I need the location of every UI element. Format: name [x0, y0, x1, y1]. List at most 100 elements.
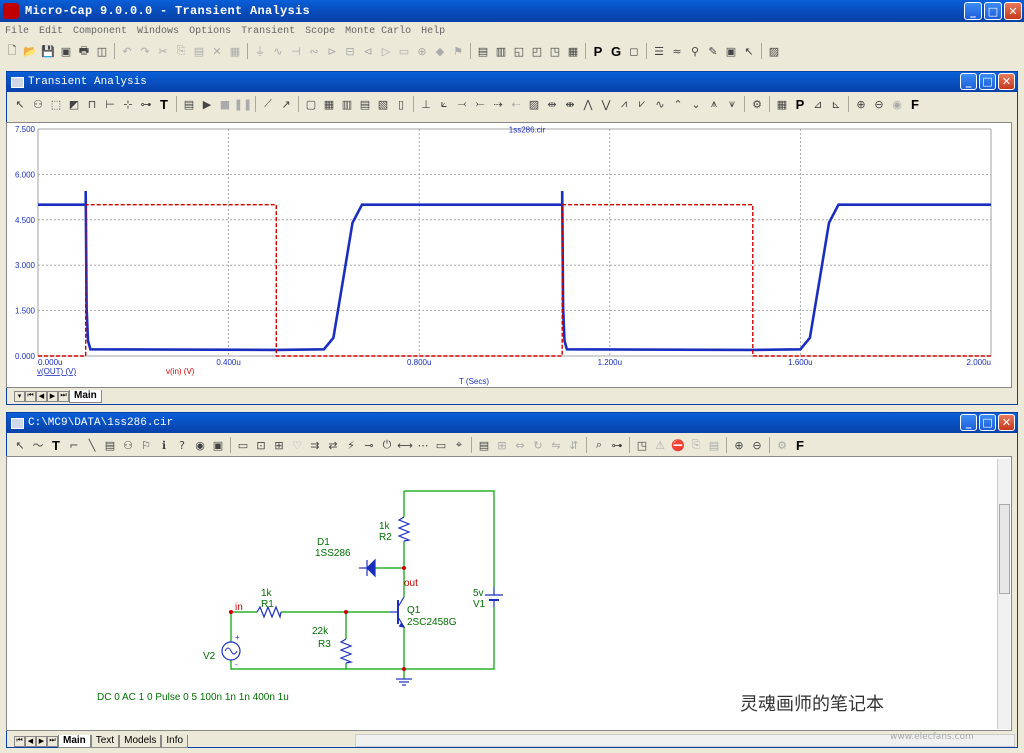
redo-icon[interactable]: ↷ — [137, 43, 153, 59]
page-icon[interactable]: ◻ — [626, 43, 642, 59]
current-icon[interactable]: ⇄ — [325, 437, 341, 453]
capacitor-icon[interactable]: ⊣ — [288, 43, 304, 59]
text-mode-icon[interactable]: ▭ — [235, 437, 251, 453]
undo-icon[interactable]: ↶ — [119, 43, 135, 59]
select-all-icon[interactable]: ▦ — [227, 43, 243, 59]
probe-tool-icon[interactable]: ◳ — [634, 437, 650, 453]
cursor-right-icon[interactable]: ⤚ — [472, 96, 488, 112]
copy-icon[interactable]: ⎘ — [173, 43, 189, 59]
pen-icon[interactable]: ✎ — [705, 43, 721, 59]
optimize-icon[interactable]: ⊿ — [810, 96, 826, 112]
ground-icon[interactable]: ⏚ — [252, 43, 268, 59]
schematic-properties-icon[interactable]: ▤ — [476, 437, 492, 453]
global-high-icon[interactable]: ⌃ — [670, 96, 686, 112]
window-icon[interactable]: ◰ — [529, 43, 545, 59]
schematic-minimize-button[interactable]: _ — [960, 414, 977, 431]
image-icon[interactable]: ▣ — [723, 43, 739, 59]
analysis-tab-main[interactable]: Main — [69, 389, 102, 403]
table-icon[interactable]: ▦ — [774, 96, 790, 112]
same-y-icon[interactable]: ⊾ — [828, 96, 844, 112]
tokens-icon[interactable]: ▤ — [357, 96, 373, 112]
cut-icon[interactable]: ✂ — [155, 43, 171, 59]
plot-properties-icon[interactable]: ▨ — [526, 96, 542, 112]
analysis-maximize-button[interactable]: □ — [979, 73, 996, 90]
title-icon[interactable]: ▭ — [433, 437, 449, 453]
plot-area[interactable]: 0.000 1.500 3.000 4.500 6.000 7.500 0.000u 0.4… — [6, 122, 1012, 388]
pin-connections-icon[interactable]: ⟷ — [397, 437, 413, 453]
next-interpolated-icon[interactable]: ⇼ — [562, 96, 578, 112]
minor-grid-icon[interactable]: ▥ — [339, 96, 355, 112]
schematic-f-icon[interactable]: F — [792, 437, 808, 453]
bottom-icon[interactable]: ⩛ — [724, 96, 740, 112]
g-icon[interactable]: G — [608, 43, 624, 59]
menu-transient[interactable]: Transient — [236, 26, 300, 37]
tab-scroll-first[interactable]: ▾ — [14, 390, 25, 402]
schem-tab-scroll-start[interactable]: ⏮ — [14, 735, 25, 747]
next-simple-icon[interactable]: ⇹ — [544, 96, 560, 112]
flip-x-icon[interactable]: ⇋ — [548, 437, 564, 453]
point-tag-icon[interactable]: ⊹ — [120, 96, 136, 112]
pause-icon[interactable]: ❚❚ — [234, 96, 252, 112]
cross-hair-icon[interactable]: ⌖ — [451, 437, 467, 453]
tab-scroll-start[interactable]: ⏮ — [25, 390, 36, 402]
tile-horizontal-icon[interactable]: ▤ — [475, 43, 491, 59]
schem-tab-scroll-left[interactable]: ◀ — [25, 735, 36, 747]
cursor-prev-icon[interactable]: ⇠ — [508, 96, 524, 112]
on-off-icon[interactable]: ⏻ — [379, 437, 395, 453]
mirror-icon[interactable]: ⇔ — [512, 437, 528, 453]
p-key-icon[interactable]: P — [792, 96, 808, 112]
menu-edit[interactable]: Edit — [34, 26, 68, 37]
wire-mode-icon[interactable]: ⌐ — [66, 437, 82, 453]
stop-sign-icon[interactable]: ⛔ — [670, 437, 686, 453]
window2-icon[interactable]: ◳ — [547, 43, 563, 59]
run-icon[interactable]: ▶ — [199, 96, 215, 112]
power-icon[interactable]: ⚡ — [343, 437, 359, 453]
cascade-icon[interactable]: ◱ — [511, 43, 527, 59]
grid-dots-icon[interactable]: ⋯ — [415, 437, 431, 453]
menu-options[interactable]: Options — [184, 26, 236, 37]
horizontal-tag-icon[interactable]: ⊶ — [138, 96, 154, 112]
resistor-icon[interactable]: ∿ — [270, 43, 286, 59]
grid-snap-icon[interactable]: ⊞ — [494, 437, 510, 453]
attribute-icon[interactable]: ⊞ — [271, 437, 287, 453]
diagonal-wire-icon[interactable]: ╲ — [84, 437, 100, 453]
help-icon[interactable]: ◉ — [889, 96, 905, 112]
schematic-zoom-in-icon[interactable]: ⊕ — [731, 437, 747, 453]
cursor-next-icon[interactable]: ⇢ — [490, 96, 506, 112]
tab-scroll-right[interactable]: ▶ — [47, 390, 58, 402]
zoom-in-icon[interactable]: ⊕ — [853, 96, 869, 112]
schematic-close-button[interactable]: ✕ — [998, 414, 1015, 431]
select-mode-icon[interactable]: ↖ — [12, 96, 28, 112]
binoculars-icon[interactable]: ⊶ — [609, 437, 625, 453]
tab-scroll-left[interactable]: ◀ — [36, 390, 47, 402]
schematic-tab-info[interactable]: Info — [161, 734, 189, 748]
picture-icon[interactable]: ▨ — [766, 43, 782, 59]
warning-icon[interactable]: ⚠ — [652, 437, 668, 453]
schematic-tab-models[interactable]: Models — [119, 734, 162, 748]
open-file-icon[interactable]: 📂 — [22, 43, 38, 59]
menu-file[interactable]: File — [0, 26, 34, 37]
info-icon[interactable]: ℹ — [156, 437, 172, 453]
menu-monte-carlo[interactable]: Monte Carlo — [340, 26, 416, 37]
menu-component[interactable]: Component — [68, 26, 132, 37]
measure-icon[interactable]: ⊓ — [84, 96, 100, 112]
schem-tab-scroll-right[interactable]: ▶ — [36, 735, 47, 747]
p-icon[interactable]: P — [590, 43, 606, 59]
select-icon[interactable]: ↖ — [12, 437, 28, 453]
bus-icon[interactable]: ▤ — [102, 437, 118, 453]
high-icon[interactable]: ⩘ — [616, 96, 632, 112]
valley-icon[interactable]: ⋁ — [598, 96, 614, 112]
peak-icon[interactable]: ⋀ — [580, 96, 596, 112]
low-icon[interactable]: ⩗ — [634, 96, 650, 112]
grid-icon[interactable]: ▦ — [321, 96, 337, 112]
condition-icon[interactable]: ⊸ — [361, 437, 377, 453]
find-icon[interactable]: ⌕ — [591, 437, 607, 453]
delete-icon[interactable]: ✕ — [209, 43, 225, 59]
text-icon[interactable]: T — [48, 437, 64, 453]
menu-help[interactable]: Help — [416, 26, 450, 37]
tab-scroll-end[interactable]: ⏭ — [58, 390, 69, 402]
minimize-button[interactable]: _ — [964, 2, 982, 20]
probe-icon[interactable]: ⚲ — [687, 43, 703, 59]
flip-y-icon[interactable]: ⇵ — [566, 437, 582, 453]
stop-icon[interactable]: ■ — [217, 96, 233, 112]
